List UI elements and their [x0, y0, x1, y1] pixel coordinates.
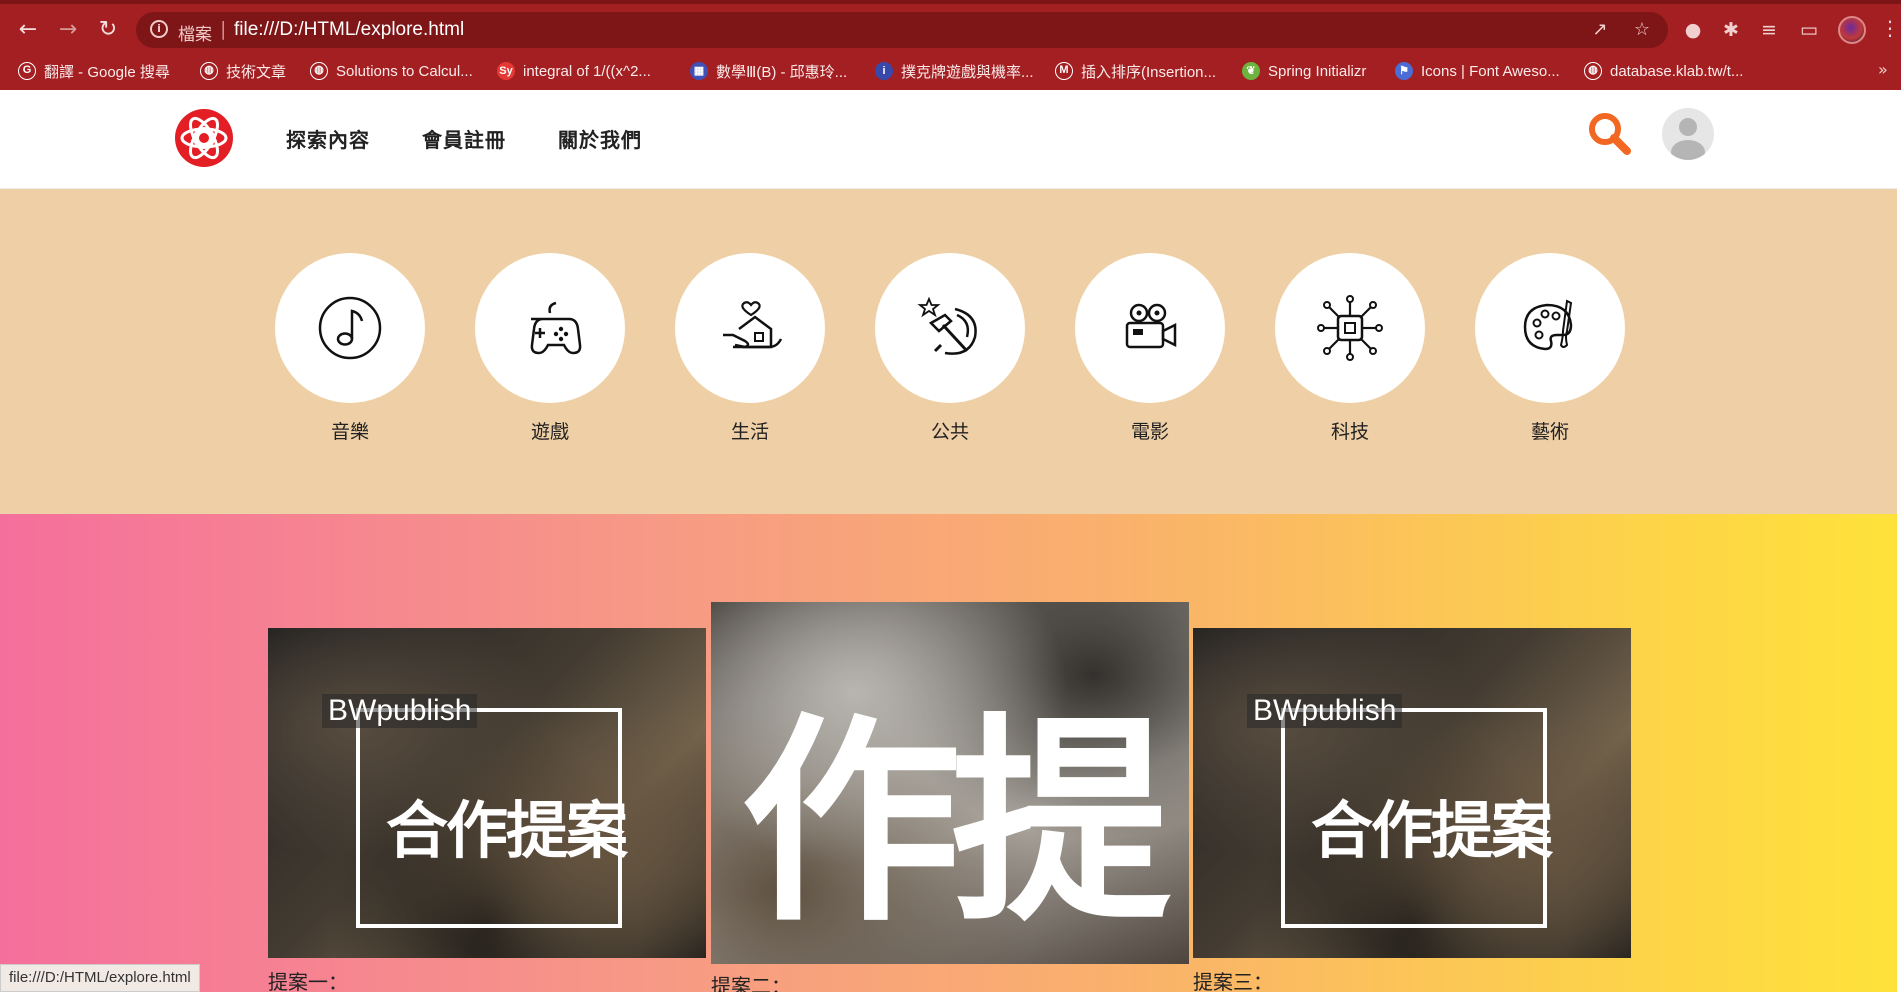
proposal-section: BWpublish 合作提案 提案一： 作提 提案二： BWpublish 合作…: [0, 514, 1897, 992]
bookmark-item[interactable]: M 插入排序(Insertion...: [1055, 52, 1216, 90]
bookmark-label: database.klab.tw/t...: [1610, 62, 1744, 80]
profile-avatar-icon[interactable]: [1838, 16, 1866, 44]
bookmark-label: Spring Initializr: [1268, 62, 1367, 80]
bookmark-label: Icons | Font Aweso...: [1421, 62, 1560, 80]
bookmark-star-icon[interactable]: ☆: [1630, 18, 1654, 42]
user-silhouette-icon: [1671, 118, 1705, 160]
symbolab-icon: Sy: [497, 62, 515, 80]
bookmark-item[interactable]: ◍ Solutions to Calcul...: [310, 52, 473, 90]
gamepad-icon: [530, 301, 582, 355]
google-icon: G: [18, 62, 36, 80]
site-logo-icon[interactable]: [174, 108, 234, 168]
category-band: 音樂 遊戲 生活 公共 電影 科技 藝術: [0, 189, 1897, 514]
site-info-icon[interactable]: i: [150, 20, 168, 38]
forward-button[interactable]: →: [54, 16, 82, 44]
category-label: 公共: [930, 421, 969, 443]
bookmark-item[interactable]: ⚑ Icons | Font Aweso...: [1395, 52, 1560, 90]
share-icon[interactable]: ↗: [1588, 18, 1612, 42]
site-header: 探索內容 會員註冊 關於我們: [0, 90, 1897, 189]
globe-icon: ◍: [1584, 62, 1602, 80]
bookmark-item[interactable]: ❦ Spring Initializr: [1242, 52, 1366, 90]
category-public[interactable]: 公共: [875, 253, 1025, 444]
m-icon: M: [1055, 62, 1073, 80]
card-brand: BWpublish: [322, 694, 478, 728]
proposal-card-3[interactable]: BWpublish 合作提案: [1193, 628, 1631, 958]
category-label: 遊戲: [530, 421, 569, 443]
nav-about[interactable]: 關於我們: [558, 124, 642, 153]
proposal-card-2[interactable]: 作提: [711, 602, 1189, 964]
card-caption-3: 提案三：: [1193, 970, 1273, 992]
omnibox-separator: |: [220, 18, 227, 40]
scheme-label: 檔案: [178, 25, 212, 45]
category-label: 科技: [1330, 421, 1369, 443]
proposal-card-1[interactable]: BWpublish 合作提案: [268, 628, 706, 958]
bookmark-item[interactable]: ▦ 數學Ⅲ(B) - 邱惠玲...: [690, 52, 847, 90]
bookmark-item[interactable]: i 撲克牌遊戲與機率...: [875, 52, 1034, 90]
globe-icon: ◍: [310, 62, 328, 80]
movie-camera-icon: [1125, 303, 1177, 349]
ghost-extension-icon[interactable]: ●: [1680, 17, 1706, 43]
category-movies[interactable]: 電影: [1075, 253, 1225, 444]
category-label: 電影: [1130, 421, 1169, 443]
bookmark-label: integral of 1/((x^2...: [523, 62, 651, 80]
info-icon: i: [875, 62, 893, 80]
bookmark-item[interactable]: Sy integral of 1/((x^2...: [497, 52, 651, 90]
reload-button[interactable]: ↻: [94, 16, 122, 44]
card-title: 合作提案: [1311, 794, 1553, 867]
chip-icon: [1317, 295, 1383, 361]
back-button[interactable]: ←: [14, 16, 42, 44]
card-title: 作提: [741, 695, 1171, 951]
category-label: 生活: [730, 421, 769, 443]
bookmark-label: 撲克牌遊戲與機率...: [901, 63, 1034, 81]
omnibox[interactable]: i 檔案 | file:///D:/HTML/explore.html ↗ ☆: [136, 12, 1668, 48]
home-heart-icon: [723, 301, 783, 349]
bookmark-label: 數學Ⅲ(B) - 邱惠玲...: [716, 63, 848, 81]
category-music[interactable]: 音樂: [275, 253, 425, 444]
music-note-icon: [318, 296, 382, 360]
nav-explore[interactable]: 探索內容: [286, 124, 370, 153]
bookmark-item[interactable]: G 翻譯 - Google 搜尋: [18, 52, 170, 90]
palette-icon: [1523, 299, 1573, 351]
category-label: 音樂: [330, 421, 369, 443]
bookmark-label: 插入排序(Insertion...: [1081, 63, 1217, 81]
card-caption-2: 提案二：: [711, 974, 791, 992]
browser-chrome: ← → ↻ i 檔案 | file:///D:/HTML/explore.htm…: [0, 0, 1901, 90]
card-caption-1: 提案一：: [268, 970, 348, 992]
card-title: 合作提案: [386, 794, 628, 867]
bookmarks-bar: G 翻譯 - Google 搜尋 ◍ 技術文章 ◍ Solutions to Calcul…: [0, 52, 1901, 90]
card-brand: BWpublish: [1247, 694, 1403, 728]
hammer-sickle-icon: [917, 296, 977, 355]
search-icon[interactable]: [1586, 110, 1632, 156]
menu-kebab-icon[interactable]: ⋮: [1880, 16, 1900, 40]
category-tech[interactable]: 科技: [1275, 253, 1425, 444]
spring-icon: ❦: [1242, 62, 1260, 80]
category-games[interactable]: 遊戲: [475, 253, 625, 444]
category-art[interactable]: 藝術: [1475, 253, 1625, 444]
extensions-puzzle-icon[interactable]: ✱: [1718, 17, 1744, 43]
calendar-icon: ▦: [690, 62, 708, 80]
bookmark-label: Solutions to Calcul...: [336, 62, 473, 80]
nav-register[interactable]: 會員註冊: [422, 124, 506, 153]
side-panel-icon[interactable]: ▭: [1796, 17, 1822, 43]
bookmark-item[interactable]: ◍ 技術文章: [200, 52, 286, 90]
globe-icon: ◍: [200, 62, 218, 80]
url-text[interactable]: file:///D:/HTML/explore.html: [234, 19, 464, 41]
flag-icon: ⚑: [1395, 62, 1413, 80]
bookmarks-overflow-icon[interactable]: »: [1878, 60, 1888, 79]
address-bar-row: ← → ↻ i 檔案 | file:///D:/HTML/explore.htm…: [0, 0, 1901, 52]
reading-list-icon[interactable]: ≡: [1756, 17, 1782, 43]
category-life[interactable]: 生活: [675, 253, 825, 444]
category-label: 藝術: [1530, 421, 1569, 443]
bookmark-label: 翻譯 - Google 搜尋: [44, 63, 170, 81]
status-bubble: file:///D:/HTML/explore.html: [0, 964, 200, 992]
bookmark-label: 技術文章: [226, 63, 287, 81]
bookmark-item[interactable]: ◍ database.klab.tw/t...: [1584, 52, 1743, 90]
user-avatar[interactable]: [1662, 108, 1714, 160]
